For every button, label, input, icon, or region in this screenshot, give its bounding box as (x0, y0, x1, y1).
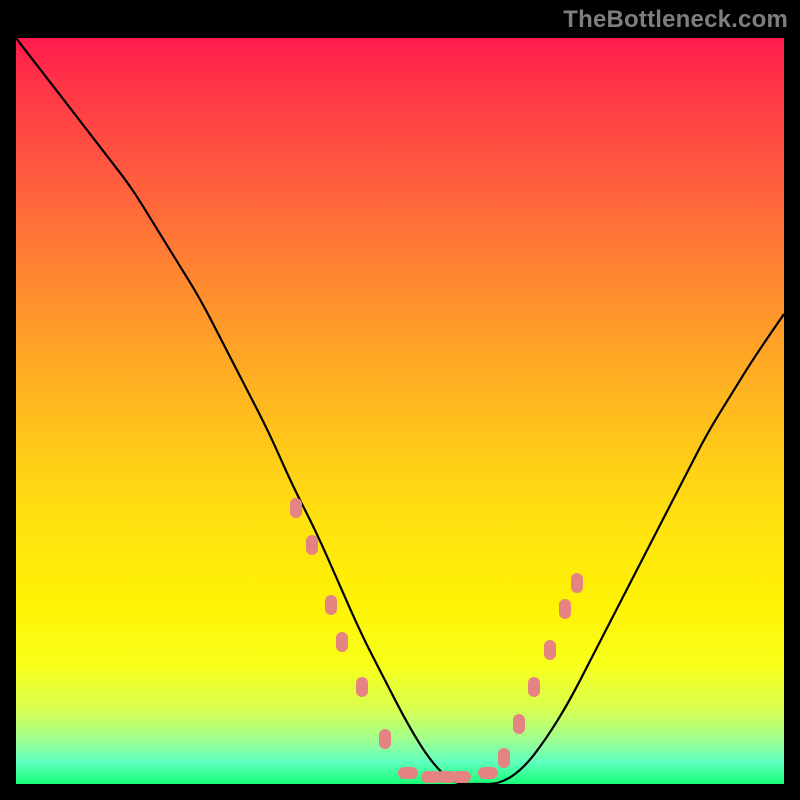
curve-marker (436, 771, 456, 783)
curve-marker (421, 771, 441, 783)
curve-marker (356, 677, 368, 697)
curve-marker (336, 632, 348, 652)
curve-markers-group (16, 38, 784, 784)
curve-marker (528, 677, 540, 697)
curve-marker (513, 714, 525, 734)
chart-plot-area (16, 38, 784, 784)
curve-marker (478, 767, 498, 779)
curve-marker (559, 599, 571, 619)
curve-marker (398, 767, 418, 779)
curve-marker (379, 729, 391, 749)
curve-marker (306, 535, 318, 555)
curve-marker (325, 595, 337, 615)
bottleneck-curve (16, 38, 784, 784)
curve-marker (290, 498, 302, 518)
curve-marker (498, 748, 510, 768)
curve-marker (571, 573, 583, 593)
curve-marker (451, 771, 471, 783)
curve-marker (544, 640, 556, 660)
watermark-text: TheBottleneck.com (563, 6, 788, 34)
